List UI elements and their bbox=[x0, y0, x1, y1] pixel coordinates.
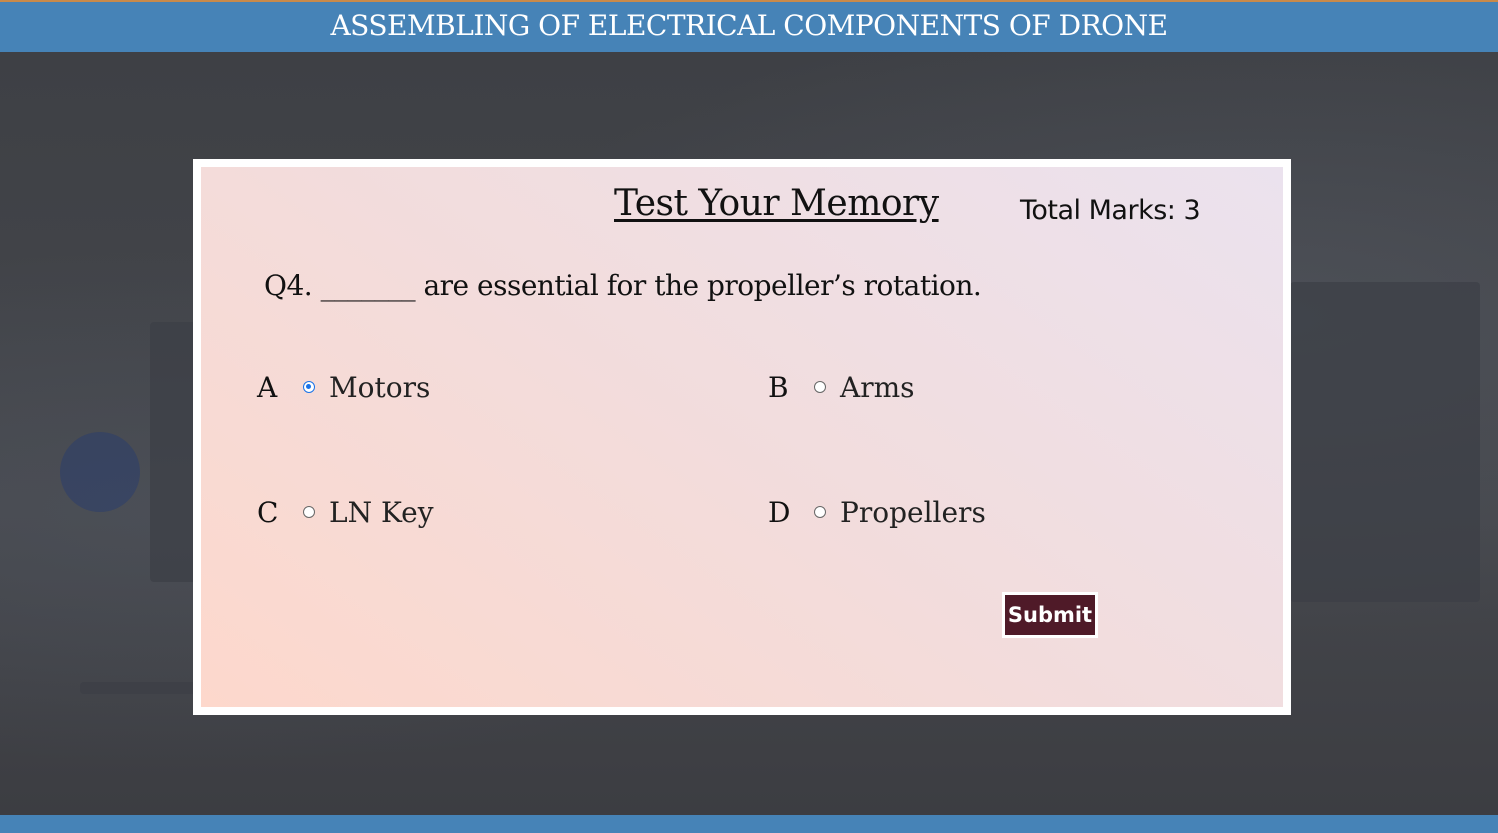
option-d[interactable]: D Propellers bbox=[768, 492, 986, 532]
option-c[interactable]: C LN Key bbox=[257, 492, 434, 532]
footer-bar bbox=[0, 815, 1498, 833]
option-label[interactable]: Motors bbox=[329, 371, 430, 404]
option-b[interactable]: B Arms bbox=[768, 367, 915, 407]
total-marks-label: Total Marks: bbox=[1020, 195, 1176, 226]
quiz-panel: Test Your Memory Total Marks: 3 Q4. ____… bbox=[201, 167, 1283, 707]
radio-button[interactable] bbox=[814, 381, 826, 393]
total-marks-value: 3 bbox=[1183, 195, 1201, 226]
page-header: ASSEMBLING OF ELECTRICAL COMPONENTS OF D… bbox=[0, 2, 1498, 52]
option-letter: C bbox=[257, 495, 279, 529]
option-letter: B bbox=[768, 370, 789, 404]
radio-button[interactable] bbox=[814, 506, 826, 518]
page-title: ASSEMBLING OF ELECTRICAL COMPONENTS OF D… bbox=[330, 9, 1168, 42]
option-a[interactable]: A Motors bbox=[257, 367, 430, 407]
option-letter: A bbox=[257, 370, 278, 404]
option-label[interactable]: Propellers bbox=[840, 496, 986, 529]
option-letter: D bbox=[768, 495, 791, 529]
option-label[interactable]: Arms bbox=[840, 371, 915, 404]
submit-button-label[interactable]: Submit bbox=[1005, 595, 1095, 635]
radio-button[interactable] bbox=[303, 506, 315, 518]
quiz-title: Test Your Memory bbox=[614, 183, 939, 224]
quiz-modal: Test Your Memory Total Marks: 3 Q4. ____… bbox=[193, 159, 1291, 715]
radio-button-selected[interactable] bbox=[303, 381, 315, 393]
submit-button[interactable]: Submit bbox=[1002, 592, 1098, 638]
option-label[interactable]: LN Key bbox=[329, 496, 434, 529]
question-text: Q4. _______ are essential for the propel… bbox=[264, 269, 982, 302]
total-marks: Total Marks: 3 bbox=[1020, 195, 1201, 226]
